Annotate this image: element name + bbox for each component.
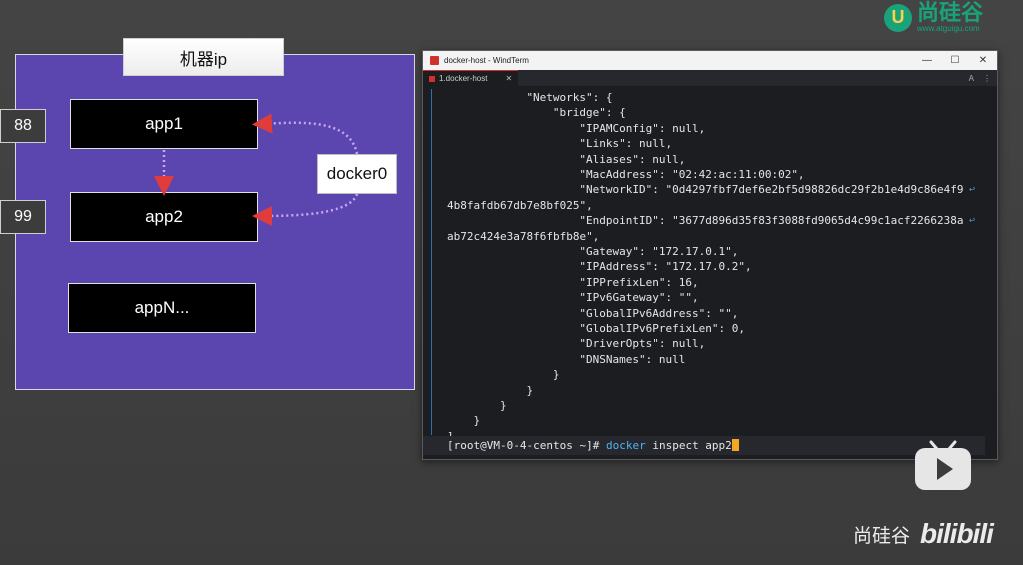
command-keyword: docker bbox=[605, 439, 646, 452]
window-title: docker-host - WindTerm bbox=[444, 56, 529, 65]
more-menu-icon[interactable]: ⋮ bbox=[983, 74, 991, 83]
command-args: inspect app2 bbox=[652, 439, 732, 452]
terminal-line: "IPv6Gateway": "", bbox=[579, 291, 699, 305]
tab-bar: 1.docker-host ✕ A ⋮ bbox=[423, 69, 997, 87]
terminal-line: "GlobalIPv6Address": "", bbox=[579, 306, 739, 320]
terminal-line: "bridge": { bbox=[552, 106, 626, 120]
tab-label: 1.docker-host bbox=[439, 74, 488, 83]
terminal-line: } bbox=[499, 399, 507, 412]
terminal-line: "GlobalIPv6PrefixLen": 0, bbox=[579, 322, 745, 335]
terminal-line: ab72c424e3a78f6fbfb8e", bbox=[447, 229, 600, 243]
terminal-line: "IPAMConfig": null, bbox=[579, 121, 706, 135]
terminal-line: } bbox=[473, 414, 481, 428]
u-logo-icon: U bbox=[884, 3, 912, 32]
terminal-line: "NetworkID": "0d4297fbf7def6e2bf5d98826d… bbox=[579, 183, 964, 197]
terminal-line: "Networks": { bbox=[526, 91, 613, 104]
maximize-icon[interactable]: ☐ bbox=[941, 55, 969, 66]
tab-close-icon[interactable]: ✕ bbox=[505, 74, 512, 83]
windterm-window: docker-host - WindTerm — ☐ ✕ 1.docker-ho… bbox=[422, 50, 998, 460]
minimize-icon[interactable]: — bbox=[913, 55, 941, 66]
shell-prompt: [root@VM-0-4-centos ~]# bbox=[447, 439, 600, 452]
font-icon[interactable]: A bbox=[969, 74, 974, 83]
terminal-line: } bbox=[552, 368, 560, 382]
title-bar: docker-host - WindTerm — ☐ ✕ bbox=[423, 51, 997, 70]
terminal-line: "EndpointID": "3677d896d35f83f3088fd9065… bbox=[579, 214, 964, 228]
command-line[interactable]: [root@VM-0-4-centos ~]# docker inspect a… bbox=[447, 439, 739, 452]
terminal-line: "IPPrefixLen": 16, bbox=[579, 275, 699, 289]
arrow-docker0-to-app2 bbox=[252, 193, 359, 226]
terminal-line: 4b8fafdb67db7e8bf025", bbox=[447, 198, 593, 212]
arrow-docker0-to-app1 bbox=[252, 113, 359, 155]
text-cursor bbox=[731, 439, 739, 451]
watermark-chinese-text: 尚硅谷 bbox=[853, 525, 911, 547]
bilibili-watermark: 尚硅谷 bilibili bbox=[853, 518, 994, 550]
tab-docker-host[interactable]: 1.docker-host ✕ bbox=[423, 69, 519, 87]
terminal-tab-icon bbox=[429, 75, 435, 82]
logo-chinese-text: 尚硅谷 bbox=[917, 0, 984, 25]
terminal-line: "MacAddress": "02:42:ac:11:00:02", bbox=[579, 168, 805, 181]
terminal-line: "IPAddress": "172.17.0.2", bbox=[579, 260, 752, 274]
line-wrap-icon: ↩ bbox=[968, 215, 975, 227]
terminal-line: "Gateway": "172.17.0.1", bbox=[579, 245, 739, 258]
terminal-line: "Aliases": null, bbox=[579, 152, 686, 166]
logo-url-text: www.atguigu.com bbox=[917, 24, 980, 33]
terminal-line: "DNSNames": null bbox=[579, 352, 686, 366]
terminal-output[interactable]: "Networks": { "bridge": {"IPAMConfig": nu… bbox=[423, 88, 983, 458]
terminal-line: } bbox=[526, 383, 534, 397]
line-wrap-icon: ↩ bbox=[968, 184, 975, 196]
bilibili-play-icon bbox=[915, 440, 971, 490]
windterm-app-icon bbox=[430, 56, 439, 65]
terminal-line: "Links": null, bbox=[579, 137, 673, 151]
atguigu-logo: U 尚硅谷 www.atguigu.com bbox=[884, 2, 983, 33]
terminal-line: "DriverOpts": null, bbox=[579, 337, 706, 351]
tab-tools: A ⋮ bbox=[969, 74, 997, 83]
bilibili-brand-text: bilibili bbox=[920, 518, 994, 549]
close-icon[interactable]: ✕ bbox=[969, 55, 997, 66]
